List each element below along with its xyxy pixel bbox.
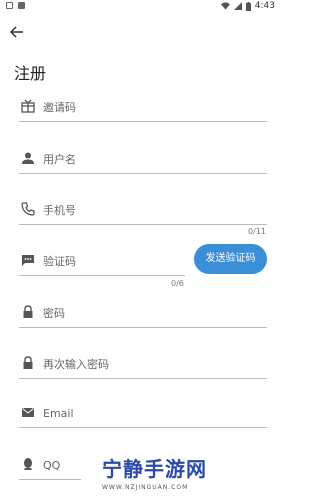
signal-icon <box>233 2 242 10</box>
code-char-counter: 0/6 <box>171 279 184 288</box>
notification-icon <box>6 2 13 9</box>
password-field <box>19 299 267 328</box>
mail-icon <box>22 408 34 417</box>
phone-field <box>19 196 267 225</box>
sim-icon <box>18 2 25 9</box>
email-field <box>19 399 267 428</box>
confirm-password-field <box>19 350 267 379</box>
qq-penguin-icon <box>23 458 33 470</box>
lock-icon <box>23 305 33 318</box>
page-title: 注册 <box>14 64 47 83</box>
battery-icon <box>245 1 251 11</box>
confirm-password-input[interactable] <box>41 352 265 376</box>
arrow-left-icon <box>9 26 23 38</box>
qq-field <box>19 451 81 480</box>
invite-code-input[interactable] <box>41 95 265 119</box>
verification-code-field <box>19 247 185 276</box>
phone-char-counter: 0/11 <box>248 227 266 236</box>
person-icon <box>22 152 34 164</box>
back-button[interactable] <box>9 24 26 38</box>
sms-icon <box>22 255 34 266</box>
status-bar: 4:43 <box>0 0 281 14</box>
invite-code-field <box>19 93 267 122</box>
phone-icon <box>21 202 35 216</box>
email-input[interactable] <box>41 401 265 425</box>
watermark: 宁静手游网 WWW.NZJINGUAN.COM <box>102 453 272 497</box>
password-input[interactable] <box>41 301 265 325</box>
watermark-url: WWW.NZJINGUAN.COM <box>102 484 189 491</box>
verification-code-input[interactable] <box>41 249 185 273</box>
status-time: 4:43 <box>254 1 275 11</box>
wifi-icon <box>220 2 230 10</box>
send-code-button[interactable]: 发送验证码 <box>194 244 267 274</box>
username-input[interactable] <box>41 147 265 171</box>
system-icons: 4:43 <box>220 1 275 11</box>
phone-input[interactable] <box>41 198 265 222</box>
notification-icons <box>6 2 25 9</box>
lock-icon <box>23 356 33 369</box>
qq-input[interactable] <box>41 453 81 477</box>
username-field <box>19 145 267 174</box>
gift-icon <box>21 99 35 113</box>
watermark-name: 宁静手游网 <box>102 457 207 481</box>
